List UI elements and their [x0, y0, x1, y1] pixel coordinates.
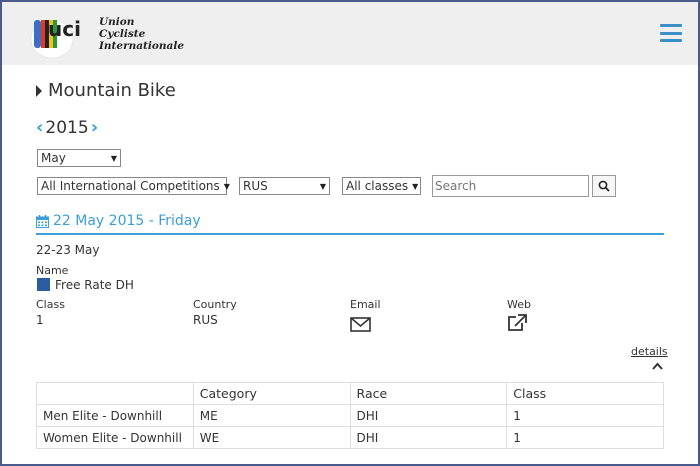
- table-header-blank: [36, 382, 194, 405]
- uci-logo[interactable]: uci: [28, 12, 100, 60]
- email-icon[interactable]: [350, 317, 371, 332]
- country-select[interactable]: RUS ▼: [239, 177, 330, 195]
- month-select[interactable]: May ▼: [37, 149, 121, 167]
- country-label: Country: [193, 298, 237, 311]
- search-input[interactable]: [432, 175, 589, 197]
- table-header-row: Category Race Class: [36, 382, 664, 405]
- logo-line-internationale: Internationale: [99, 40, 184, 52]
- table-cell: 1: [506, 426, 664, 449]
- svg-text:uci: uci: [48, 17, 81, 41]
- logo-text: Union Cycliste Internationale: [99, 16, 184, 52]
- table-row: Women Elite - Downhill WE DHI 1: [36, 426, 664, 449]
- table-cell: ME: [192, 404, 351, 427]
- competition-select[interactable]: All International Competitions ▼: [37, 177, 230, 195]
- event-date-heading: 22 May 2015 - Friday: [36, 213, 664, 235]
- calendar-icon: [36, 215, 49, 228]
- table-header-category: Category: [192, 382, 351, 405]
- details-link[interactable]: details: [631, 345, 668, 358]
- site-header: uci Union Cycliste Internationale: [2, 2, 698, 65]
- search-icon: [598, 180, 610, 192]
- email-label: Email: [350, 298, 381, 311]
- next-year-icon[interactable]: ›: [91, 117, 98, 138]
- table-row: Men Elite - Downhill ME DHI 1: [36, 404, 664, 427]
- year-selector: ‹ 2015 ›: [36, 117, 98, 138]
- country-value: RUS: [193, 313, 218, 327]
- caret-right-icon: [36, 84, 42, 97]
- year-label: 2015: [45, 117, 89, 138]
- table-cell: Women Elite - Downhill: [36, 426, 194, 449]
- category-table: Category Race Class Men Elite - Downhill…: [36, 382, 664, 449]
- web-label: Web: [507, 298, 531, 311]
- dropdown-arrow-icon: ▼: [412, 181, 419, 191]
- external-link-icon[interactable]: [507, 314, 527, 332]
- prev-year-icon[interactable]: ‹: [36, 117, 43, 138]
- table-header-race: Race: [349, 382, 508, 405]
- search-button[interactable]: [592, 175, 616, 197]
- section-title[interactable]: Mountain Bike: [36, 80, 176, 101]
- hamburger-menu-icon[interactable]: [660, 24, 682, 42]
- table-cell: 1: [506, 404, 664, 427]
- table-cell: DHI: [349, 404, 508, 427]
- section-title-text: Mountain Bike: [48, 80, 176, 101]
- chevron-up-icon[interactable]: [652, 362, 663, 370]
- dropdown-arrow-icon: ▼: [319, 181, 326, 191]
- event-name[interactable]: Free Rate DH: [55, 278, 134, 292]
- table-header-class: Class: [506, 382, 664, 405]
- logo-line-union: Union: [99, 16, 135, 28]
- table-cell: DHI: [349, 426, 508, 449]
- event-date-text: 22 May 2015 - Friday: [53, 213, 201, 229]
- class-label: Class: [36, 298, 65, 311]
- name-label: Name: [36, 264, 69, 277]
- dropdown-arrow-icon: ▼: [110, 153, 117, 163]
- event-date-range: 22-23 May: [36, 243, 100, 257]
- dropdown-arrow-icon: ▼: [223, 181, 230, 191]
- class-select[interactable]: All classes ▼: [342, 177, 421, 195]
- class-value: 1: [36, 313, 44, 327]
- table-cell: WE: [192, 426, 351, 449]
- event-color-square: [37, 278, 50, 291]
- table-cell: Men Elite - Downhill: [36, 404, 194, 427]
- logo-line-cycliste: Cycliste: [99, 28, 146, 40]
